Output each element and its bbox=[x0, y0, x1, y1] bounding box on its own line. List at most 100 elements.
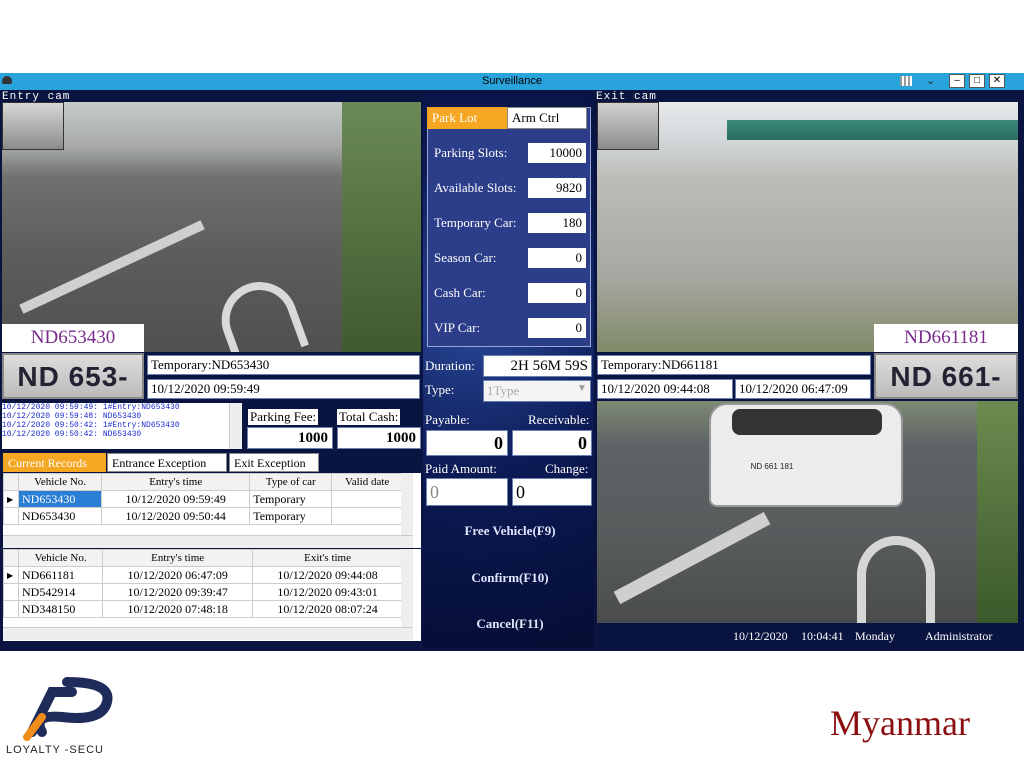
grid-icon[interactable] bbox=[900, 76, 912, 86]
log-line: 10/12/2020 09:50:42: 1#Entry:ND653430 bbox=[2, 421, 180, 430]
row-header-cell bbox=[3, 549, 19, 567]
table-cell bbox=[331, 490, 403, 508]
table-cell: ND542914 bbox=[17, 583, 104, 601]
road-marking bbox=[613, 511, 771, 605]
entry-info-field: Temporary:ND653430 bbox=[147, 355, 420, 375]
dropdown-icon[interactable]: ⌄ bbox=[926, 74, 935, 87]
slot-value: 0 bbox=[528, 248, 586, 268]
top-grid-vscroll[interactable] bbox=[401, 473, 413, 535]
type-select[interactable]: 1Type bbox=[483, 380, 591, 402]
exit-info-field: Temporary:ND661181 bbox=[597, 355, 871, 375]
parking-fee-value: 1000 bbox=[247, 427, 333, 449]
current-records-grid: Vehicle No. Entry's time Type of car Val… bbox=[3, 473, 421, 548]
confirm-button[interactable]: Confirm(F10) bbox=[430, 570, 590, 590]
table-cell: 10/12/2020 07:48:18 bbox=[102, 600, 254, 618]
col-vehicle-no[interactable]: Vehicle No. bbox=[17, 549, 104, 567]
entry-road-marking bbox=[210, 271, 310, 352]
table-row[interactable]: ND653430 10/12/2020 09:50:44 Temporary bbox=[3, 507, 403, 525]
col-exit-time[interactable]: Exit's time bbox=[252, 549, 403, 567]
status-user: Administrator bbox=[925, 629, 993, 643]
payable-value: 0 bbox=[426, 430, 508, 456]
tab-current-records[interactable]: Current Records bbox=[3, 453, 106, 472]
entry-road-line bbox=[19, 220, 205, 314]
slot-value: 0 bbox=[528, 318, 586, 338]
exit-camera-view bbox=[597, 102, 1018, 352]
status-day: Monday bbox=[855, 629, 895, 643]
payable-label: Payable: bbox=[425, 412, 470, 427]
table-row[interactable]: ND348150 10/12/2020 07:48:18 10/12/2020 … bbox=[3, 600, 403, 618]
col-vehicle-no[interactable]: Vehicle No. bbox=[17, 473, 103, 491]
receivable-label: Receivable: bbox=[528, 412, 590, 427]
tab-park-lot[interactable]: Park Lot bbox=[427, 107, 507, 129]
table-cell: 10/12/2020 09:50:44 bbox=[101, 507, 251, 525]
parking-fee-label: Parking Fee: bbox=[248, 409, 319, 425]
table-row[interactable]: ▶ ND653430 10/12/2020 09:59:49 Temporary bbox=[3, 490, 403, 508]
maximize-button[interactable]: □ bbox=[969, 74, 985, 88]
status-date: 10/12/2020 bbox=[733, 629, 788, 643]
brand-logo-text: LOYALTY -SECU bbox=[6, 744, 104, 756]
slot-value: 180 bbox=[528, 213, 586, 233]
tab-entrance-exception[interactable]: Entrance Exception bbox=[107, 453, 227, 472]
bottom-grid-vscroll[interactable] bbox=[401, 549, 413, 627]
slot-value: 10000 bbox=[528, 143, 586, 163]
bottom-grid-hscroll[interactable] bbox=[3, 627, 413, 640]
table-cell: 10/12/2020 08:07:24 bbox=[252, 600, 403, 618]
minimize-button[interactable]: – bbox=[949, 74, 965, 88]
tab-exit-exception[interactable]: Exit Exception bbox=[229, 453, 319, 472]
entry-grass bbox=[342, 102, 421, 352]
table-cell: 10/12/2020 09:39:47 bbox=[102, 583, 254, 601]
table-cell: ND348150 bbox=[17, 600, 104, 618]
col-valid-date[interactable]: Valid date bbox=[331, 473, 403, 491]
table-cell: 10/12/2020 09:44:08 bbox=[252, 566, 403, 584]
change-label: Change: bbox=[545, 461, 589, 476]
country-title: Myanmar bbox=[830, 703, 970, 743]
exit-thumbnail bbox=[597, 102, 659, 150]
slot-label: Temporary Car: bbox=[434, 215, 517, 230]
log-line: 10/12/2020 09:59:48: ND653430 bbox=[2, 412, 142, 421]
table-cell: 10/12/2020 09:59:49 bbox=[101, 490, 251, 508]
tab-arm-ctrl[interactable]: Arm Ctrl bbox=[507, 107, 587, 129]
total-cash-label: Total Cash: bbox=[337, 409, 401, 425]
exit-time-out-field: 10/12/2020 06:47:09 bbox=[735, 379, 871, 399]
table-row[interactable]: ND542914 10/12/2020 09:39:47 10/12/2020 … bbox=[3, 583, 403, 601]
slot-label: Parking Slots: bbox=[434, 145, 508, 160]
col-entry-time[interactable]: Entry's time bbox=[102, 549, 254, 567]
brand-logo bbox=[12, 672, 122, 742]
status-bar: 10/12/2020 10:04:41 Monday Administrator bbox=[597, 623, 1018, 648]
row-header-cell bbox=[3, 600, 19, 618]
log-scrollbar[interactable] bbox=[229, 403, 242, 449]
entry-time-field: 10/12/2020 09:59:49 bbox=[147, 379, 420, 399]
row-header-cell bbox=[3, 583, 19, 601]
log-line: 10/12/2020 09:59:49: 1#Entry:ND653430 bbox=[2, 403, 180, 412]
chevron-down-icon[interactable]: ▼ bbox=[577, 383, 587, 394]
car-plate: ND 661 181 bbox=[747, 461, 797, 472]
road-arrow-marking bbox=[857, 536, 935, 623]
free-vehicle-button[interactable]: Free Vehicle(F9) bbox=[430, 523, 590, 543]
type-label: Type: bbox=[425, 382, 455, 397]
table-row[interactable]: ▶ ND661181 10/12/2020 06:47:09 10/12/202… bbox=[3, 566, 403, 584]
exit-plate-image: ND 661-181 bbox=[874, 353, 1018, 399]
window-title: Surveillance bbox=[482, 75, 542, 87]
top-grid-hscroll[interactable] bbox=[3, 535, 413, 548]
event-log: 10/12/2020 09:59:49: 1#Entry:ND653430 10… bbox=[2, 403, 242, 449]
col-entry-time[interactable]: Entry's time bbox=[101, 473, 251, 491]
col-type-of-car[interactable]: Type of car bbox=[249, 473, 333, 491]
entry-cam-label: Entry cam bbox=[2, 91, 71, 103]
change-value: 0 bbox=[512, 478, 592, 506]
duration-value: 2H 56M 59S bbox=[483, 355, 592, 377]
entry-thumbnail bbox=[2, 102, 64, 150]
exit-snapshot-view: ND 661 181 bbox=[597, 401, 1018, 623]
slot-label: Season Car: bbox=[434, 250, 497, 265]
close-button[interactable]: ✕ bbox=[989, 74, 1005, 88]
paid-amount-input[interactable]: 0 bbox=[426, 478, 508, 506]
slot-label: Cash Car: bbox=[434, 285, 486, 300]
exit-records-grid: Vehicle No. Entry's time Exit's time ▶ N… bbox=[3, 549, 421, 641]
cancel-button[interactable]: Cancel(F11) bbox=[430, 616, 590, 636]
car-windshield bbox=[732, 409, 882, 435]
row-pointer-icon: ▶ bbox=[3, 566, 19, 584]
exit-grass bbox=[977, 401, 1018, 623]
exit-plate-overlay: ND661181 bbox=[874, 324, 1018, 352]
table-cell: Temporary bbox=[249, 490, 333, 508]
row-pointer-icon: ▶ bbox=[3, 490, 19, 508]
table-cell: 10/12/2020 06:47:09 bbox=[102, 566, 254, 584]
